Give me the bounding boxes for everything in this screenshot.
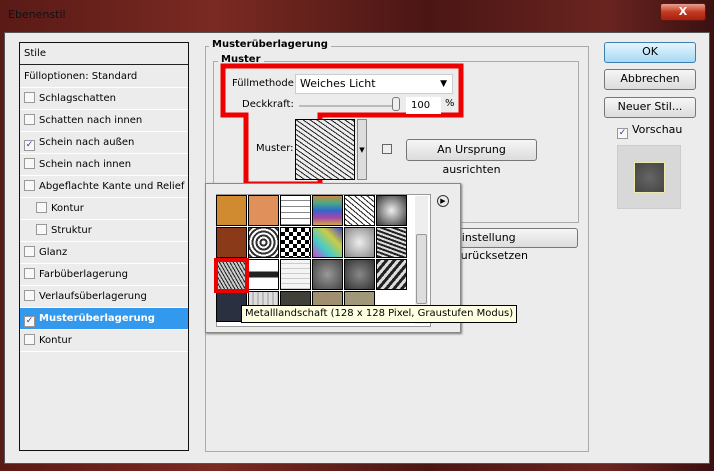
style-item-label: Schlagschatten bbox=[39, 93, 116, 104]
checkbox-icon[interactable] bbox=[24, 158, 35, 169]
close-button[interactable]: X bbox=[660, 3, 706, 21]
pattern-tile[interactable] bbox=[248, 195, 279, 226]
style-item-label: Schatten nach innen bbox=[39, 115, 143, 126]
new-style-button[interactable]: Neuer Stil... bbox=[604, 97, 696, 118]
style-item-label: Farbüberlagerung bbox=[39, 269, 128, 280]
snap-to-origin-button[interactable]: An Ursprung ausrichten bbox=[406, 139, 537, 176]
opacity-unit: % bbox=[445, 98, 455, 109]
style-item[interactable]: Farbüberlagerung bbox=[20, 264, 188, 286]
checkbox-icon[interactable] bbox=[24, 92, 35, 103]
style-item-label: Musterüberlagerung bbox=[39, 313, 155, 324]
preview-checkbox[interactable]: ✓ Vorschau bbox=[617, 123, 682, 139]
styles-header[interactable]: Stile bbox=[20, 43, 188, 65]
checkbox-icon[interactable] bbox=[36, 202, 47, 213]
preview-thumbnail bbox=[617, 145, 681, 209]
pattern-swatch[interactable] bbox=[295, 119, 355, 180]
selected-pattern-highlight bbox=[214, 258, 249, 293]
style-item[interactable]: ✓ Schein nach außen bbox=[20, 132, 188, 154]
checkbox-checked-icon[interactable]: ✓ bbox=[24, 140, 35, 151]
style-item[interactable]: Schlagschatten bbox=[20, 88, 188, 110]
checkbox-checked-icon: ✓ bbox=[617, 128, 628, 139]
pattern-tile[interactable] bbox=[216, 227, 247, 258]
new-preset-icon[interactable] bbox=[382, 144, 392, 154]
reset-default-button[interactable]: einstellung zurücksetzen bbox=[450, 228, 578, 262]
checkbox-icon[interactable] bbox=[24, 180, 35, 191]
style-item[interactable]: Schein nach innen bbox=[20, 154, 188, 176]
style-item[interactable]: Struktur bbox=[20, 220, 188, 242]
style-item-label: Kontur bbox=[39, 335, 72, 346]
pattern-tile[interactable] bbox=[376, 259, 407, 290]
ok-button[interactable]: OK bbox=[604, 42, 696, 63]
flyout-menu-icon[interactable]: ▶ bbox=[437, 195, 449, 207]
style-item-label: Abgeflachte Kante und Relief bbox=[39, 181, 185, 192]
style-item-label: Glanz bbox=[39, 247, 68, 258]
pattern-tile[interactable] bbox=[216, 195, 247, 226]
pattern-tile[interactable] bbox=[280, 227, 311, 258]
pattern-tile[interactable] bbox=[280, 195, 311, 226]
pattern-dropdown-button[interactable]: ▼ bbox=[357, 119, 367, 180]
checkbox-icon[interactable] bbox=[24, 246, 35, 257]
chevron-down-icon: ▼ bbox=[440, 79, 447, 89]
fill-method-label: Füllmethode: bbox=[232, 78, 298, 89]
fill-method-select[interactable]: Weiches Licht ▼ bbox=[295, 74, 453, 94]
pattern-tile[interactable] bbox=[312, 195, 343, 226]
pattern-tile[interactable] bbox=[280, 259, 311, 290]
style-item[interactable]: ✓ Musterüberlagerung bbox=[20, 308, 188, 330]
checkbox-checked-icon[interactable]: ✓ bbox=[24, 316, 35, 327]
scrollbar-thumb[interactable] bbox=[416, 234, 427, 304]
pattern-tooltip: Metalllandschaft (128 x 128 Pixel, Graus… bbox=[241, 305, 518, 323]
pattern-tile[interactable] bbox=[344, 227, 375, 258]
checkbox-icon[interactable] bbox=[36, 224, 47, 235]
style-item-label: Verlaufsüberlagerung bbox=[39, 291, 147, 302]
pattern-label: Muster: bbox=[256, 143, 294, 154]
style-item-label: Schein nach außen bbox=[39, 137, 135, 148]
style-item-label: Schein nach innen bbox=[39, 159, 132, 170]
styles-list: Stile Fülloptionen: Standard Schlagschat… bbox=[19, 42, 189, 451]
fill-method-value: Weiches Licht bbox=[300, 77, 376, 90]
style-item[interactable]: Verlaufsüberlagerung bbox=[20, 286, 188, 308]
pattern-tile[interactable] bbox=[344, 259, 375, 290]
pattern-tile[interactable] bbox=[312, 227, 343, 258]
preview-swatch bbox=[634, 162, 665, 193]
opacity-input[interactable]: 100 bbox=[406, 97, 441, 114]
pattern-tile[interactable] bbox=[376, 227, 407, 258]
pattern-tile[interactable] bbox=[248, 227, 279, 258]
checkbox-icon[interactable] bbox=[24, 268, 35, 279]
preview-label: Vorschau bbox=[632, 123, 683, 136]
cancel-button[interactable]: Abbrechen bbox=[604, 69, 696, 90]
window-title: Ebenenstil bbox=[8, 8, 66, 21]
pattern-tile[interactable] bbox=[344, 195, 375, 226]
style-item[interactable]: Kontur bbox=[20, 198, 188, 220]
group-title: Musterüberlagerung bbox=[209, 39, 331, 50]
style-item-label: Kontur bbox=[51, 203, 84, 214]
style-item[interactable]: Glanz bbox=[20, 242, 188, 264]
style-item[interactable]: Abgeflachte Kante und Relief bbox=[20, 176, 188, 198]
pattern-tile[interactable] bbox=[312, 259, 343, 290]
opacity-label: Deckkraft: bbox=[242, 99, 294, 110]
chevron-down-icon: ▼ bbox=[359, 146, 365, 154]
style-item[interactable]: Kontur bbox=[20, 330, 188, 352]
style-item[interactable]: Schatten nach innen bbox=[20, 110, 188, 132]
pattern-tile[interactable] bbox=[248, 259, 279, 290]
checkbox-icon[interactable] bbox=[24, 334, 35, 345]
checkbox-icon[interactable] bbox=[24, 114, 35, 125]
pattern-tile[interactable] bbox=[376, 195, 407, 226]
blending-options[interactable]: Fülloptionen: Standard bbox=[20, 66, 188, 88]
opacity-slider[interactable] bbox=[299, 105, 399, 107]
checkbox-icon[interactable] bbox=[24, 290, 35, 301]
style-item-label: Struktur bbox=[51, 225, 92, 236]
opacity-slider-handle[interactable] bbox=[392, 97, 400, 111]
